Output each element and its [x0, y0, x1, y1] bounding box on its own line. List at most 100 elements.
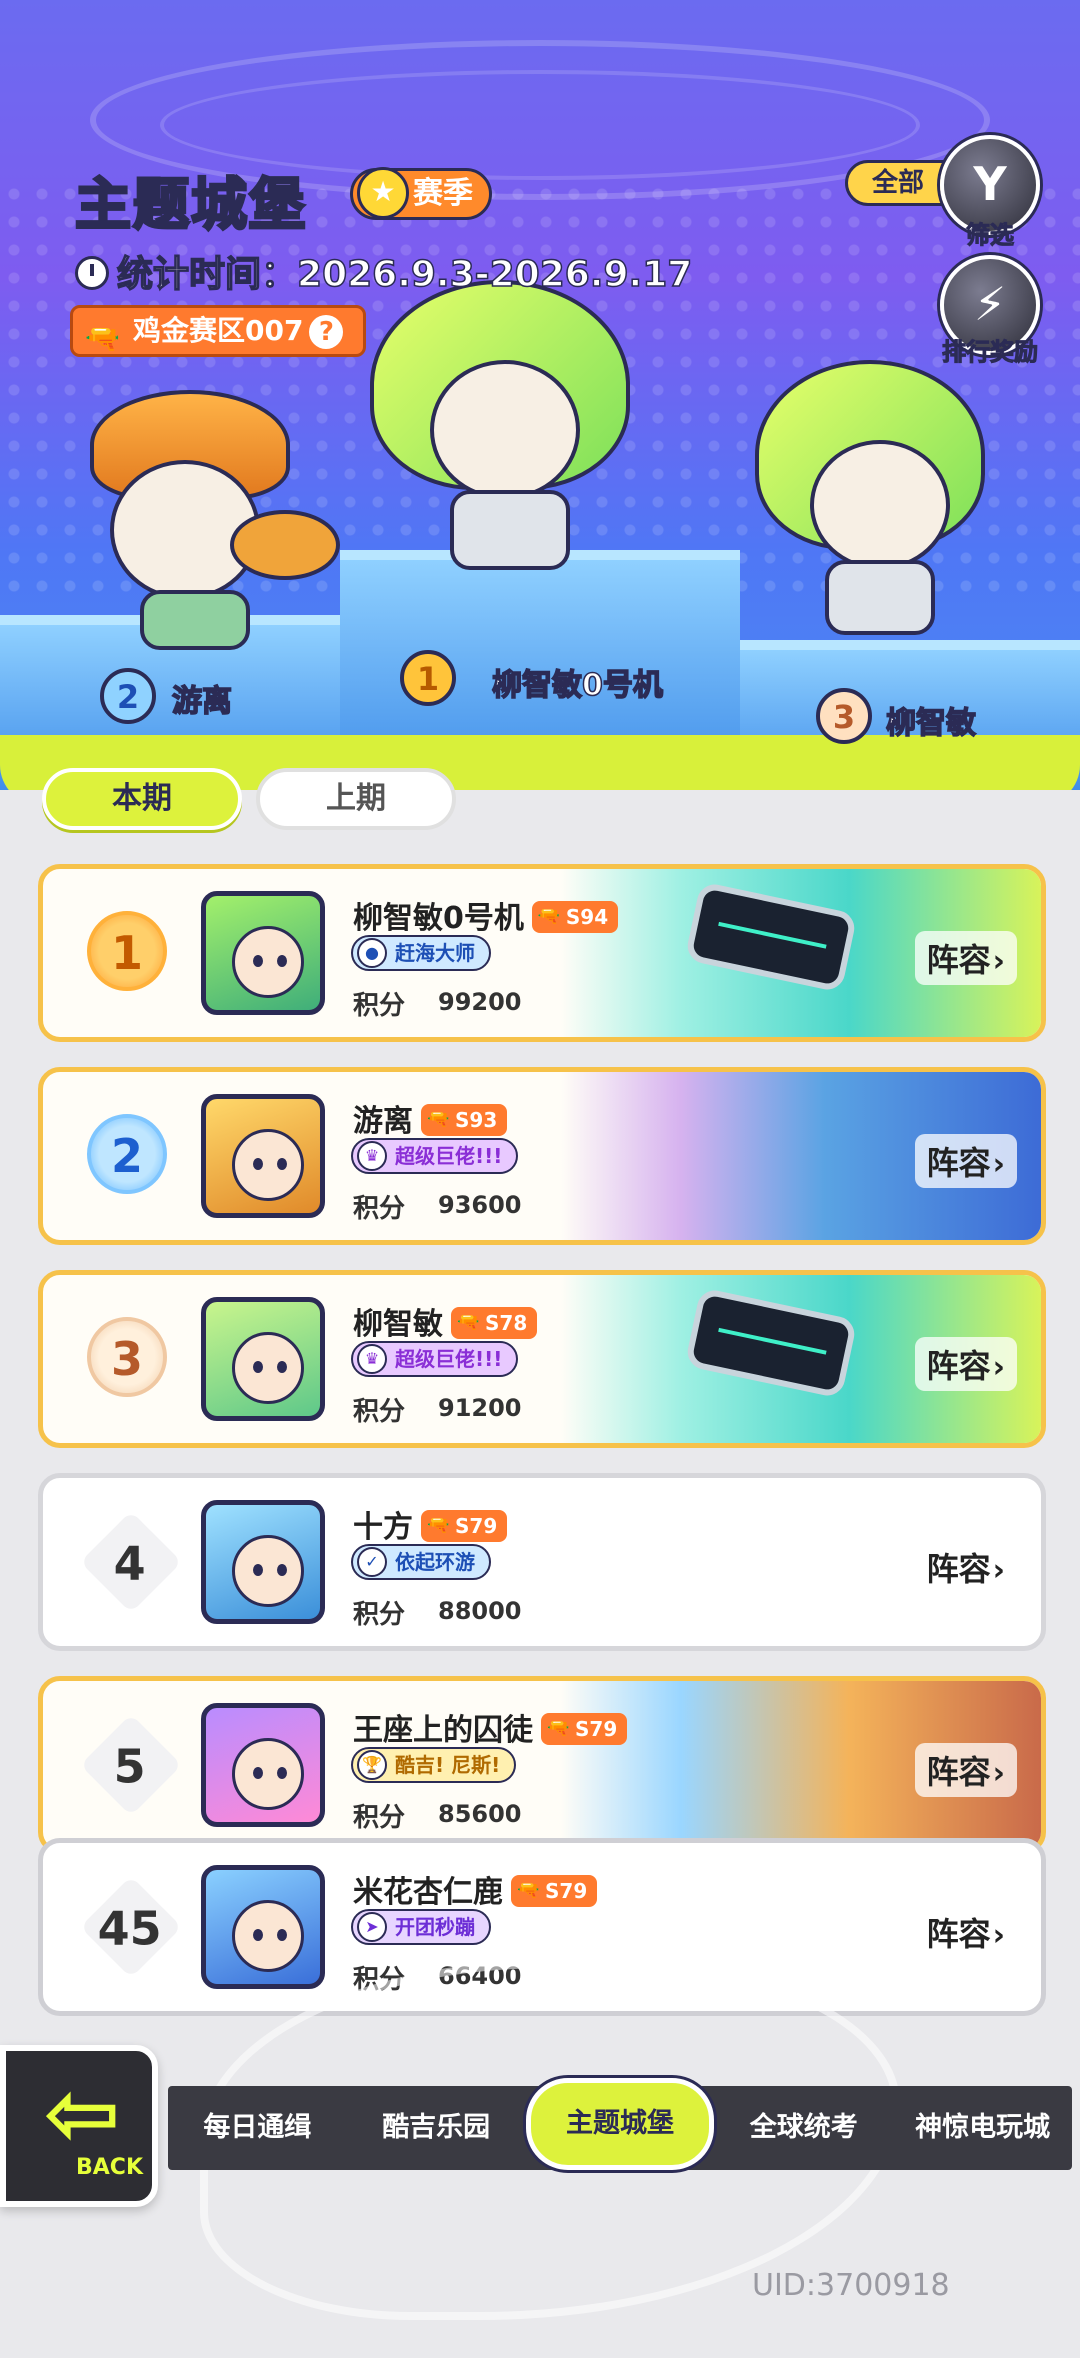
score-value: 88000: [438, 1597, 522, 1625]
runner-icon: ➤: [357, 1912, 387, 1942]
title-badge: ♛ 超级巨佬!!!: [351, 1138, 519, 1174]
season-tag: S93: [421, 1104, 508, 1136]
chevron-right-icon: ›: [992, 944, 1005, 979]
penguin-icon: ●: [357, 938, 387, 968]
lineup-button[interactable]: 阵容›: [914, 931, 1017, 985]
help-icon[interactable]: ?: [309, 315, 344, 349]
rank-medal: 45: [80, 1876, 182, 1978]
nav-item-global-exam[interactable]: 全球统考: [714, 2086, 893, 2170]
chevron-right-icon: ›: [992, 1918, 1005, 1953]
rank-row[interactable]: 1 柳智敏0号机S94 ●赶海大师 积分 99200 阵容›: [38, 864, 1046, 1042]
score-label: 积分: [353, 991, 406, 1021]
player-name[interactable]: 王座上的囚徒S79: [353, 1705, 628, 1749]
title-badge: ✓ 依起环游: [351, 1544, 491, 1580]
season-tag: S79: [421, 1510, 508, 1542]
check-icon: ✓: [357, 1547, 387, 1577]
rank-medal: 5: [80, 1714, 182, 1816]
lineup-button[interactable]: 阵容›: [914, 1743, 1017, 1797]
avatar[interactable]: [201, 891, 325, 1015]
crown-icon: ♛: [357, 1344, 387, 1374]
podium-name-2: 游离: [171, 683, 233, 720]
chevron-right-icon: ›: [992, 1756, 1005, 1791]
trophy-icon: 🏆: [357, 1750, 387, 1780]
player-name[interactable]: 柳智敏0号机S94: [353, 893, 619, 937]
title-badge: ♛ 超级巨佬!!!: [351, 1341, 519, 1377]
score-label: 积分: [353, 1600, 406, 1630]
title-badge: 🏆 酷吉! 尼斯!: [351, 1747, 517, 1783]
zone-tag[interactable]: 🔫 鸡金赛区007?: [70, 305, 367, 357]
score-value: 93600: [438, 1191, 522, 1219]
score-label: 积分: [353, 1397, 406, 1427]
reward-label: 排行奖励: [942, 338, 1039, 367]
nav-item-arcade[interactable]: 神惊电玩城: [893, 2086, 1072, 2170]
bottom-nav: 每日通缉 酷吉乐园 主题城堡 全球统考 神惊电玩城: [168, 2078, 1072, 2170]
podium-name-3: 柳智敏: [885, 705, 977, 742]
podium-name-1: 柳智敏0号机: [491, 667, 663, 704]
title-badge: ● 赶海大师: [351, 935, 491, 971]
lineup-button[interactable]: 阵容›: [914, 1337, 1017, 1391]
nav-item-theme-castle[interactable]: 主题城堡: [525, 2078, 715, 2170]
score-value: 91200: [438, 1394, 522, 1422]
crown-icon: ♛: [357, 1141, 387, 1171]
tab-current-period[interactable]: 本期: [42, 768, 242, 830]
podium-rank-badge-2: 2: [100, 668, 156, 724]
stat-label: 统计时间：: [116, 253, 298, 296]
player-name[interactable]: 十方S79: [353, 1502, 508, 1546]
rank-medal: 1: [87, 911, 167, 991]
avatar[interactable]: [201, 1703, 325, 1827]
avatar[interactable]: [201, 1094, 325, 1218]
trophy-icon: ⚡: [973, 277, 1007, 331]
page-title: 主题城堡: [74, 172, 307, 240]
podium-rank-badge-1: 1: [400, 650, 456, 706]
lineup-button[interactable]: 阵容›: [914, 1540, 1017, 1594]
filter-icon: Y: [973, 157, 1007, 211]
nav-item-kuji-park[interactable]: 酷吉乐园: [347, 2086, 526, 2170]
chick-icon: ★: [357, 167, 409, 219]
tab-previous-period[interactable]: 上期: [256, 768, 456, 830]
podium-character-1[interactable]: [360, 280, 660, 580]
podium-character-3[interactable]: [755, 360, 1015, 650]
rank-medal: 4: [80, 1511, 182, 1613]
clock-icon: [75, 256, 109, 290]
back-label: BACK: [76, 2155, 143, 2180]
season-tag: S79: [541, 1713, 628, 1745]
stat-range: 2026.9.3-2026.9.17: [296, 253, 693, 296]
lineup-button[interactable]: 阵容›: [914, 1905, 1017, 1959]
player-name[interactable]: 游离S93: [353, 1096, 508, 1140]
player-name[interactable]: 米花杏仁鹿S79: [353, 1867, 598, 1911]
season-tag: S94: [531, 901, 619, 933]
rank-medal: 2: [87, 1114, 167, 1194]
season-tag: S79: [511, 1875, 598, 1907]
back-arrow-icon: ⇦: [43, 2060, 121, 2167]
avatar[interactable]: [201, 1297, 325, 1421]
title-badge: ➤ 开团秒蹦: [351, 1909, 491, 1945]
season-tag: S78: [451, 1307, 538, 1339]
rank-row[interactable]: 4 十方S79 ✓依起环游 积分 88000 阵容›: [38, 1473, 1046, 1651]
gun-icon: 🔫: [85, 322, 120, 355]
season-label: 赛季: [413, 176, 473, 211]
podium-character-2[interactable]: [80, 390, 360, 650]
chevron-right-icon: ›: [992, 1147, 1005, 1182]
rank-row[interactable]: 3 柳智敏S78 ♛超级巨佬!!! 积分 91200 阵容›: [38, 1270, 1046, 1448]
avatar[interactable]: [201, 1500, 325, 1624]
filter-label: 筛选: [966, 221, 1015, 250]
score-value: 99200: [438, 988, 522, 1016]
score-label: 积分: [353, 1194, 406, 1224]
rank-medal: 3: [87, 1317, 167, 1397]
lineup-button[interactable]: 阵容›: [914, 1134, 1017, 1188]
zone-label: 鸡金赛区007: [133, 314, 304, 347]
chevron-right-icon: ›: [992, 1553, 1005, 1588]
podium-rank-badge-3: 3: [816, 688, 872, 744]
season-badge[interactable]: ★ 赛季: [350, 167, 492, 220]
avatar[interactable]: [201, 1865, 325, 1989]
back-button[interactable]: ⇦ BACK: [0, 2045, 158, 2207]
score-value: 85600: [438, 1800, 522, 1828]
stat-period: 统计时间：2026.9.3-2026.9.17: [75, 245, 693, 297]
chevron-right-icon: ›: [992, 1350, 1005, 1385]
rank-row[interactable]: 5 王座上的囚徒S79 🏆酷吉! 尼斯! 积分 85600 阵容›: [38, 1676, 1046, 1854]
user-id: UID:3700918: [752, 2268, 950, 2303]
score-label: 积分: [353, 1803, 406, 1833]
nav-item-daily-wanted[interactable]: 每日通缉: [168, 2086, 347, 2170]
rank-row[interactable]: 2 游离S93 ♛超级巨佬!!! 积分 93600 阵容›: [38, 1067, 1046, 1245]
player-name[interactable]: 柳智敏S78: [353, 1299, 538, 1343]
